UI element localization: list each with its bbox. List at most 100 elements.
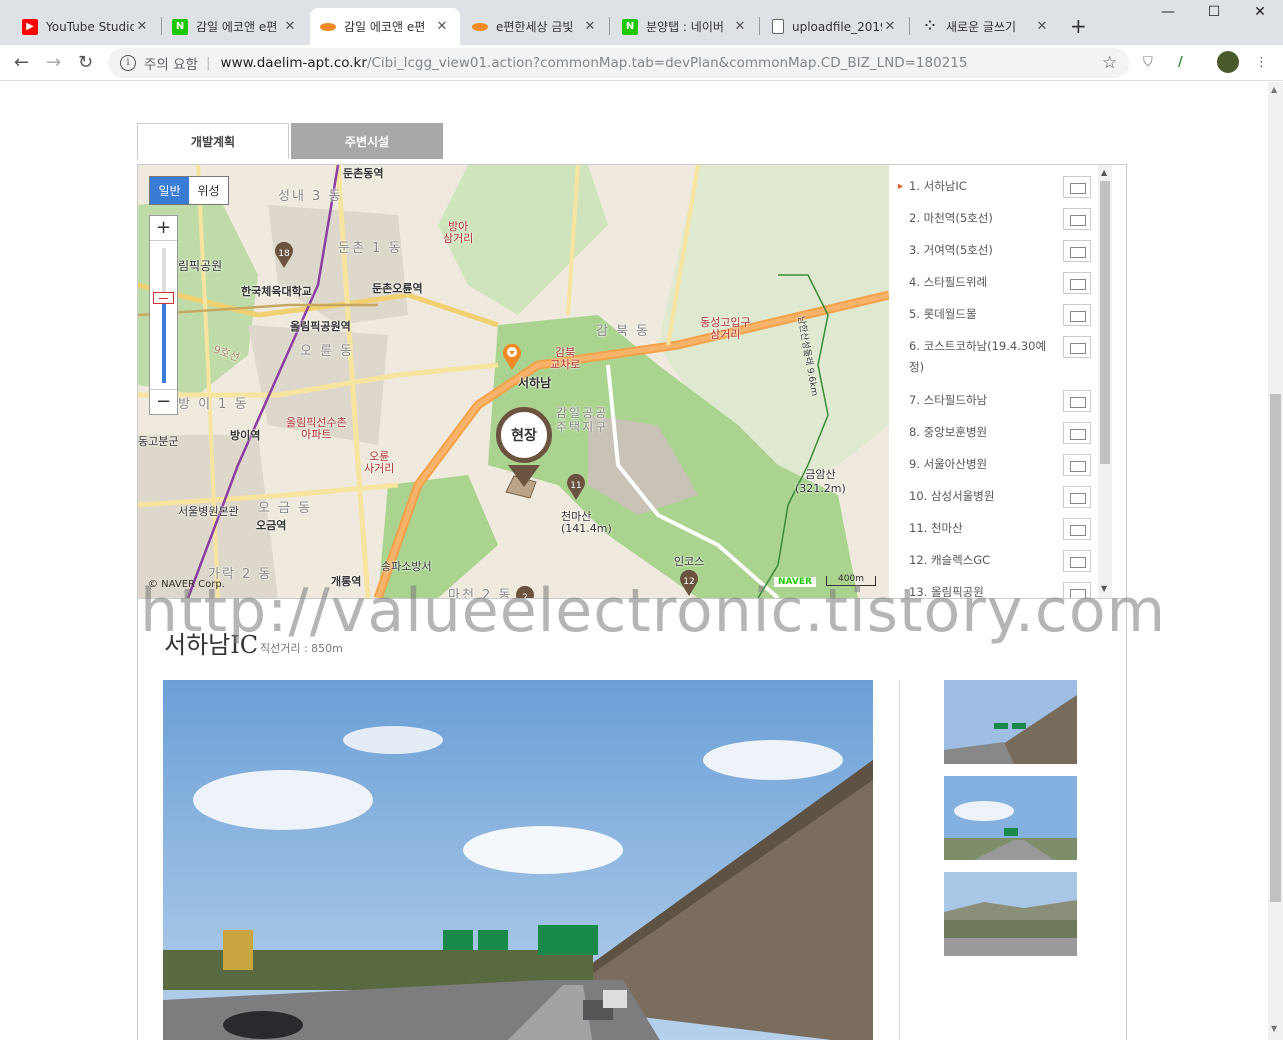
map-label: 개롱역 [331,575,362,588]
close-icon[interactable]: ✕ [882,19,898,34]
browser-tab[interactable]: ▶ YouTube Studio ✕ [12,8,160,45]
security-warning[interactable]: 주의 요함 [144,53,198,73]
photo-icon[interactable] [1063,240,1091,262]
map-label: 오 금 동 [258,501,313,516]
scroll-up-icon[interactable]: ▲ [1101,168,1107,177]
close-icon[interactable]: ✕ [1034,19,1050,34]
avatar[interactable] [1217,51,1239,73]
tistory-icon: ⁘ [924,19,936,34]
back-icon[interactable]: ← [14,52,29,73]
pen-extension-icon[interactable]: / [1178,55,1183,70]
reload-icon[interactable]: ↻ [78,52,93,73]
photo-icon[interactable] [1063,486,1091,508]
tab-title: 분양탭 : 네이버 [646,20,724,34]
map-label: 올림픽선수촌 아파트 [286,416,347,441]
map-pin-12[interactable]: 12 [678,569,700,597]
thumbnail-photo[interactable] [944,680,1077,764]
scroll-thumb[interactable] [1100,181,1110,464]
photo-icon[interactable] [1063,582,1091,598]
map-label: 한국체육대학교 [241,285,312,298]
divider [138,598,1126,599]
browser-tab[interactable]: ⁘ 새로운 글쓰기 ✕ [912,8,1060,45]
map-label: 둔촌오륜역 [372,282,423,295]
list-item[interactable]: 8. 중앙보훈병원 [909,422,1049,443]
photo-icon[interactable] [1063,336,1091,358]
map-label: 오금역 [256,519,287,532]
menu-icon[interactable]: ⋮ [1255,55,1268,70]
map-label: 서울병원본관 [178,505,239,518]
info-icon[interactable]: i [120,55,136,71]
site-marker[interactable]: 현장 [496,407,552,463]
map-label: 둔촌동역 [343,167,384,180]
photo-icon[interactable] [1063,304,1091,326]
selected-location-pin[interactable] [501,343,523,371]
list-item[interactable]: 11. 천마산 [909,518,1049,539]
map-pin-2[interactable]: 2 [514,585,536,598]
zoom-out-button[interactable]: − [150,389,177,414]
list-item[interactable]: 1. 서하남IC [898,176,1049,197]
photo-icon[interactable] [1063,454,1091,476]
browser-tab-active[interactable]: 감일 에코앤 e편 ✕ [310,8,460,45]
scroll-thumb[interactable] [1270,394,1281,902]
list-item[interactable]: 13. 올림픽공원 [909,582,1049,598]
browser-tab[interactable]: N 감일 에코앤 e편 ✕ [162,8,308,45]
list-item[interactable]: 7. 스타필드하남 [909,390,1049,411]
browser-tab[interactable]: e편한세상 금빛 ✕ [462,8,608,45]
list-item[interactable]: 10. 삼성서울병원 [909,486,1049,507]
photo-icon[interactable] [1063,272,1091,294]
browser-tab[interactable]: uploadfile_2019 ✕ [762,8,908,45]
thumbnail-photo[interactable] [944,872,1077,956]
photo-icon[interactable] [1063,176,1091,198]
list-scrollbar[interactable]: ▲ ▼ [1098,165,1112,598]
address-bar[interactable]: i 주의 요함 | www.daelim-apt.co.kr /Cibi_lcg… [108,48,1129,78]
map-scale: 400m [826,575,876,586]
list-item[interactable]: 9. 서울아산병원 [909,454,1049,475]
list-item[interactable]: 3. 거여역(5호선) [909,240,1049,261]
shield-extension-icon[interactable]: ⛉ [1143,55,1153,70]
maximize-button[interactable]: ☐ [1191,4,1237,20]
scroll-down-icon[interactable]: ▼ [1101,584,1107,593]
map-label: 송파소방서 [381,560,432,573]
close-window-button[interactable]: ✕ [1237,4,1283,20]
tab-title: uploadfile_2019 [792,19,882,34]
browser-tab-bar: ▶ YouTube Studio ✕ N 감일 에코앤 e편 ✕ 감일 에코앤 … [0,0,1283,45]
browser-tab[interactable]: N 분양탭 : 네이버 ✕ [612,8,758,45]
tab-facilities[interactable]: 주변시설 [291,123,443,159]
list-item[interactable]: 6. 코스트코하남(19.4.30예정) [909,336,1049,378]
divider: | [205,55,211,71]
page-scrollbar[interactable]: ▲ ▼ [1268,82,1283,1040]
bookmark-star-icon[interactable]: ☆ [1102,53,1117,73]
thumbnail-photo[interactable] [944,776,1077,860]
photo-icon[interactable] [1063,390,1091,412]
scroll-down-icon[interactable]: ▼ [1271,1024,1277,1033]
zoom-slider-handle[interactable] [153,292,174,304]
photo-icon[interactable] [1063,422,1091,444]
map-label: 동성고입구 삼거리 [700,316,751,341]
list-item[interactable]: 5. 롯데월드몰 [909,304,1049,325]
photo-icon[interactable] [1063,208,1091,230]
map[interactable]: 일반 위성 + − 둔촌동역 성내 3 동 둔촌 1 동 방아 삼거리 림픽공원… [138,165,889,598]
close-icon[interactable]: ✕ [134,19,150,34]
minimize-button[interactable]: — [1145,4,1191,20]
url-domain: www.daelim-apt.co.kr [220,55,367,71]
list-item[interactable]: 4. 스타필드위례 [909,272,1049,293]
zoom-in-button[interactable]: + [150,216,177,241]
map-label: 마천 2 동 [448,588,513,598]
new-tab-button[interactable]: + [1070,14,1087,38]
map-type-satellite[interactable]: 위성 [189,177,228,204]
list-item[interactable]: 2. 마천역(5호선) [909,208,1049,229]
map-type-general[interactable]: 일반 [150,177,189,204]
map-pin-18[interactable]: 18 [273,241,295,269]
list-item[interactable]: 12. 캐슬렉스GC [909,550,1049,571]
photo-icon[interactable] [1063,550,1091,572]
site-marker-tail [508,465,540,487]
close-icon[interactable]: ✕ [282,19,298,34]
tab-dev-plan[interactable]: 개발계획 [137,123,289,159]
close-icon[interactable]: ✕ [582,19,598,34]
scroll-up-icon[interactable]: ▲ [1271,85,1277,94]
close-icon[interactable]: ✕ [434,19,450,34]
close-icon[interactable]: ✕ [732,19,748,34]
photo-icon[interactable] [1063,518,1091,540]
forward-icon[interactable]: → [46,52,61,73]
map-pin-11[interactable]: 11 [565,473,587,501]
